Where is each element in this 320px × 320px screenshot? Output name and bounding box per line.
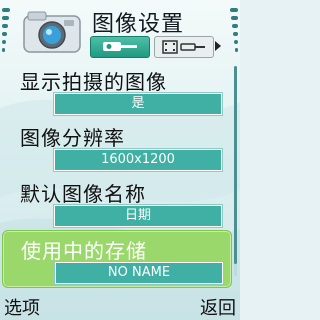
settings-tools-icon [103,42,137,51]
setting-label: 图像分辨率 [20,126,125,150]
tab-scroll-right-icon[interactable] [214,41,222,51]
options-softkey[interactable]: 选项 [4,294,40,320]
setting-memory-in-use[interactable]: 使用中的存储 NO NAME [2,230,232,288]
camera-image-settings-screen: 图像设置 显示拍摄的图像 是 图像分辨率 1600x1200 默认图像名称 日期… [0,0,240,320]
setting-value: 日期 [54,205,222,227]
tab-general-settings[interactable] [90,36,150,58]
setting-label: 显示拍摄的图像 [20,70,167,94]
setting-value: 是 [54,93,222,115]
back-softkey[interactable]: 返回 [200,294,236,320]
setting-value: 1600x1200 [54,149,222,171]
signal-strength-icon [2,4,12,58]
scrollbar[interactable] [234,66,237,276]
scrollbar-thumb[interactable] [234,66,237,264]
camera-icon [23,11,81,53]
tab-video-settings[interactable] [154,36,214,58]
setting-show-captured-image[interactable]: 显示拍摄的图像 是 [2,62,230,118]
tab-bar [90,36,221,58]
setting-default-image-name[interactable]: 默认图像名称 日期 [2,174,230,230]
header: 图像设置 [0,0,240,62]
settings-list: 显示拍摄的图像 是 图像分辨率 1600x1200 默认图像名称 日期 使用中的… [0,62,240,288]
battery-level-icon [228,4,238,58]
softkey-bar: 选项 返回 [0,290,240,320]
setting-label: 使用中的存储 [21,239,147,263]
page-title: 图像设置 [92,12,185,37]
setting-image-resolution[interactable]: 图像分辨率 1600x1200 [2,118,230,174]
setting-label: 默认图像名称 [20,182,146,206]
setting-value: NO NAME [55,262,223,284]
film-tools-icon [162,40,205,54]
